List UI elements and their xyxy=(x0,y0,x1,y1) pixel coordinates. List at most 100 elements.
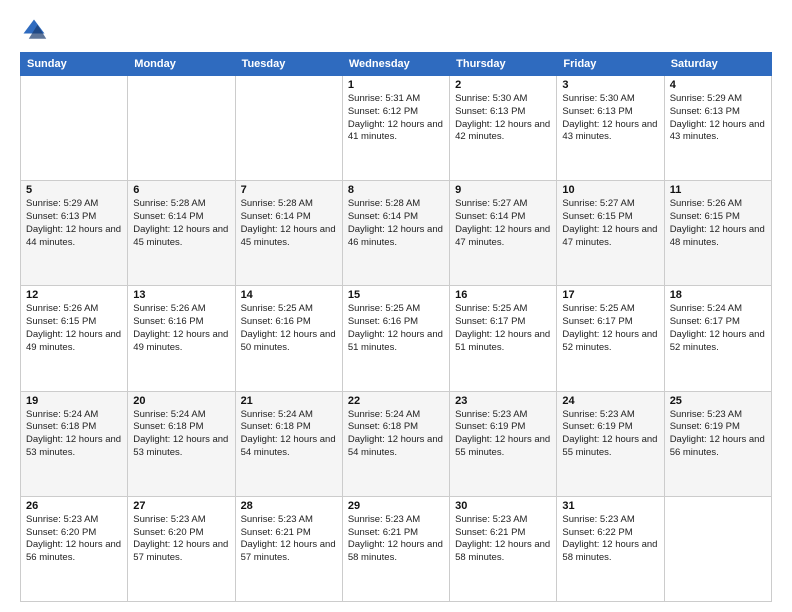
weekday-header-row: SundayMondayTuesdayWednesdayThursdayFrid… xyxy=(21,53,772,76)
calendar-cell: 14 Sunrise: 5:25 AM Sunset: 6:16 PM Dayli… xyxy=(235,286,342,391)
calendar-cell: 2Sunrise: 5:30 AM Sunset: 6:13 PM Daylig… xyxy=(450,76,557,181)
calendar-cell: 8 Sunrise: 5:28 AM Sunset: 6:14 PM Daylig… xyxy=(342,181,449,286)
day-number: 13 xyxy=(133,289,229,301)
calendar-cell: 11 Sunrise: 5:26 AM Sunset: 6:15 PM Dayli… xyxy=(664,181,771,286)
day-number: 23 xyxy=(455,395,551,407)
day-number: 11 xyxy=(670,184,766,196)
calendar-week-5: 26Sunrise: 5:23 AM Sunset: 6:20 PM Dayli… xyxy=(21,496,772,601)
day-number: 18 xyxy=(670,289,766,301)
calendar-cell xyxy=(664,496,771,601)
calendar-cell xyxy=(21,76,128,181)
day-number: 5 xyxy=(26,184,122,196)
calendar-cell: 3 Sunrise: 5:30 AM Sunset: 6:13 PM Daylig… xyxy=(557,76,664,181)
day-info: Sunrise: 5:27 AM Sunset: 6:15 PM Dayligh… xyxy=(562,198,658,249)
day-number: 14 xyxy=(241,289,337,301)
day-info: Sunrise: 5:23 AM Sunset: 6:21 PM Dayligh… xyxy=(348,514,444,565)
day-info: Sunrise: 5:26 AM Sunset: 6:15 PM Dayligh… xyxy=(670,198,766,249)
calendar-cell: 30 Sunrise: 5:23 AM Sunset: 6:21 PM Dayli… xyxy=(450,496,557,601)
day-info: Sunrise: 5:26 AM Sunset: 6:15 PM Dayligh… xyxy=(26,303,122,354)
weekday-header-monday: Monday xyxy=(128,53,235,76)
day-number: 7 xyxy=(241,184,337,196)
day-number: 19 xyxy=(26,395,122,407)
day-info: Sunrise: 5:23 AM Sunset: 6:21 PM Dayligh… xyxy=(455,514,551,565)
day-info: Sunrise: 5:24 AM Sunset: 6:18 PM Dayligh… xyxy=(133,409,229,460)
calendar-cell: 19 Sunrise: 5:24 AM Sunset: 6:18 PM Dayli… xyxy=(21,391,128,496)
day-number: 12 xyxy=(26,289,122,301)
calendar-cell: 13 Sunrise: 5:26 AM Sunset: 6:16 PM Dayli… xyxy=(128,286,235,391)
calendar-cell: 27 Sunrise: 5:23 AM Sunset: 6:20 PM Dayli… xyxy=(128,496,235,601)
day-info: Sunrise: 5:25 AM Sunset: 6:17 PM Dayligh… xyxy=(562,303,658,354)
weekday-header-thursday: Thursday xyxy=(450,53,557,76)
calendar-cell: 18 Sunrise: 5:24 AM Sunset: 6:17 PM Dayli… xyxy=(664,286,771,391)
weekday-header-sunday: Sunday xyxy=(21,53,128,76)
day-info: Sunrise: 5:24 AM Sunset: 6:17 PM Dayligh… xyxy=(670,303,766,354)
day-number: 29 xyxy=(348,500,444,512)
calendar-cell: 20 Sunrise: 5:24 AM Sunset: 6:18 PM Dayli… xyxy=(128,391,235,496)
logo xyxy=(20,16,52,44)
weekday-header-friday: Friday xyxy=(557,53,664,76)
calendar-cell: 5 Sunrise: 5:29 AM Sunset: 6:13 PM Daylig… xyxy=(21,181,128,286)
day-info: Sunrise: 5:23 AM Sunset: 6:20 PM Dayligh… xyxy=(133,514,229,565)
calendar-cell: 9 Sunrise: 5:27 AM Sunset: 6:14 PM Daylig… xyxy=(450,181,557,286)
day-number: 10 xyxy=(562,184,658,196)
day-info: Sunrise: 5:27 AM Sunset: 6:14 PM Dayligh… xyxy=(455,198,551,249)
calendar-cell: 23Sunrise: 5:23 AM Sunset: 6:19 PM Dayli… xyxy=(450,391,557,496)
day-number: 31 xyxy=(562,500,658,512)
day-number: 30 xyxy=(455,500,551,512)
day-number: 20 xyxy=(133,395,229,407)
calendar-cell: 29 Sunrise: 5:23 AM Sunset: 6:21 PM Dayli… xyxy=(342,496,449,601)
calendar-cell: 26Sunrise: 5:23 AM Sunset: 6:20 PM Dayli… xyxy=(21,496,128,601)
day-info: Sunrise: 5:25 AM Sunset: 6:17 PM Dayligh… xyxy=(455,303,551,354)
day-number: 6 xyxy=(133,184,229,196)
calendar-cell: 12 Sunrise: 5:26 AM Sunset: 6:15 PM Dayli… xyxy=(21,286,128,391)
calendar-cell: 17 Sunrise: 5:25 AM Sunset: 6:17 PM Dayli… xyxy=(557,286,664,391)
day-number: 25 xyxy=(670,395,766,407)
day-info: Sunrise: 5:26 AM Sunset: 6:16 PM Dayligh… xyxy=(133,303,229,354)
day-number: 22 xyxy=(348,395,444,407)
day-info: Sunrise: 5:29 AM Sunset: 6:13 PM Dayligh… xyxy=(670,93,766,144)
day-info: Sunrise: 5:25 AM Sunset: 6:16 PM Dayligh… xyxy=(348,303,444,354)
day-number: 21 xyxy=(241,395,337,407)
day-info: Sunrise: 5:25 AM Sunset: 6:16 PM Dayligh… xyxy=(241,303,337,354)
day-number: 17 xyxy=(562,289,658,301)
calendar-cell: 24 Sunrise: 5:23 AM Sunset: 6:19 PM Dayli… xyxy=(557,391,664,496)
calendar-cell: 6 Sunrise: 5:28 AM Sunset: 6:14 PM Daylig… xyxy=(128,181,235,286)
weekday-header-tuesday: Tuesday xyxy=(235,53,342,76)
day-number: 3 xyxy=(562,79,658,91)
day-number: 28 xyxy=(241,500,337,512)
calendar-week-1: 1Sunrise: 5:31 AM Sunset: 6:12 PM Daylig… xyxy=(21,76,772,181)
calendar-cell: 28 Sunrise: 5:23 AM Sunset: 6:21 PM Dayli… xyxy=(235,496,342,601)
logo-icon xyxy=(20,16,48,44)
calendar-cell: 7Sunrise: 5:28 AM Sunset: 6:14 PM Daylig… xyxy=(235,181,342,286)
day-number: 8 xyxy=(348,184,444,196)
day-number: 9 xyxy=(455,184,551,196)
calendar-cell: 16Sunrise: 5:25 AM Sunset: 6:17 PM Dayli… xyxy=(450,286,557,391)
calendar-week-4: 19 Sunrise: 5:24 AM Sunset: 6:18 PM Dayli… xyxy=(21,391,772,496)
calendar-week-3: 12 Sunrise: 5:26 AM Sunset: 6:15 PM Dayli… xyxy=(21,286,772,391)
day-info: Sunrise: 5:28 AM Sunset: 6:14 PM Dayligh… xyxy=(133,198,229,249)
day-info: Sunrise: 5:23 AM Sunset: 6:22 PM Dayligh… xyxy=(562,514,658,565)
calendar-table: SundayMondayTuesdayWednesdayThursdayFrid… xyxy=(20,52,772,602)
calendar-cell: 31 Sunrise: 5:23 AM Sunset: 6:22 PM Dayli… xyxy=(557,496,664,601)
day-info: Sunrise: 5:24 AM Sunset: 6:18 PM Dayligh… xyxy=(348,409,444,460)
header xyxy=(20,16,772,44)
weekday-header-saturday: Saturday xyxy=(664,53,771,76)
day-info: Sunrise: 5:23 AM Sunset: 6:19 PM Dayligh… xyxy=(562,409,658,460)
day-info: Sunrise: 5:28 AM Sunset: 6:14 PM Dayligh… xyxy=(348,198,444,249)
calendar-cell: 21Sunrise: 5:24 AM Sunset: 6:18 PM Dayli… xyxy=(235,391,342,496)
day-info: Sunrise: 5:23 AM Sunset: 6:19 PM Dayligh… xyxy=(670,409,766,460)
calendar-cell xyxy=(128,76,235,181)
calendar-week-2: 5 Sunrise: 5:29 AM Sunset: 6:13 PM Daylig… xyxy=(21,181,772,286)
day-number: 24 xyxy=(562,395,658,407)
day-number: 15 xyxy=(348,289,444,301)
day-info: Sunrise: 5:29 AM Sunset: 6:13 PM Dayligh… xyxy=(26,198,122,249)
calendar-cell: 10 Sunrise: 5:27 AM Sunset: 6:15 PM Dayli… xyxy=(557,181,664,286)
day-info: Sunrise: 5:30 AM Sunset: 6:13 PM Dayligh… xyxy=(562,93,658,144)
calendar-page: SundayMondayTuesdayWednesdayThursdayFrid… xyxy=(0,0,792,612)
calendar-cell: 1Sunrise: 5:31 AM Sunset: 6:12 PM Daylig… xyxy=(342,76,449,181)
day-number: 1 xyxy=(348,79,444,91)
day-info: Sunrise: 5:24 AM Sunset: 6:18 PM Dayligh… xyxy=(26,409,122,460)
day-info: Sunrise: 5:23 AM Sunset: 6:21 PM Dayligh… xyxy=(241,514,337,565)
day-number: 2 xyxy=(455,79,551,91)
day-number: 27 xyxy=(133,500,229,512)
